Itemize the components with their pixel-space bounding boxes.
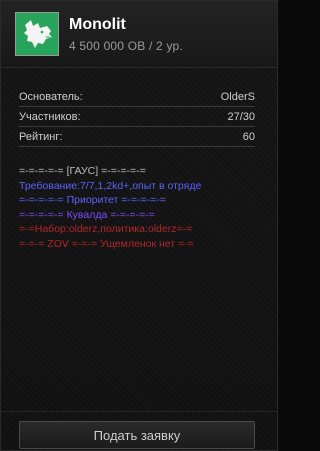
footer-divider [1,411,277,412]
clan-description: =-=-=-=-= [ГАУС] =-=-=-=-= Требование:7/… [19,164,265,252]
clan-header: Monolit 4 500 000 ОВ / 2 ур. [1,1,277,68]
stat-row-rating: Рейтинг: 60 [19,127,255,147]
stat-value: OlderS [220,90,255,103]
stat-value: 60 [242,130,255,143]
stat-label: Рейтинг: [19,130,63,143]
description-line: =-=-=-=-= [ГАУС] =-=-=-=-= [19,165,146,177]
description-line: =-=Набор:olderz,политика:olderz=-= [19,223,193,236]
description-line: =-=-=-=-= Приоритет =-=-=-=-= [19,194,166,207]
clan-info-panel: Monolit 4 500 000 ОВ / 2 ур. Основатель:… [0,0,278,451]
stat-value: 27/30 [227,110,255,123]
stat-row-founder: Основатель: OlderS [19,87,255,107]
description-line: =-=-=-=-= Кувалда =-=-=-=-= [19,208,155,221]
description-line: Требование:7/7,1,2kd+,опыт в отряде [19,179,202,192]
clan-score-level: 4 500 000 ОВ / 2 ур. [69,39,183,53]
clan-emblem [15,12,59,56]
apply-button[interactable]: Подать заявку [19,421,255,449]
clan-name: Monolit [69,16,126,33]
wolf-head-icon [16,13,58,55]
description-line: =-=-= ZOV =-=-= Ущемленок нет =-= [19,237,194,250]
stat-label: Основатель: [19,90,83,103]
stat-row-members: Участников: 27/30 [19,107,255,127]
clan-stats: Основатель: OlderS Участников: 27/30 Рей… [19,87,255,147]
stat-label: Участников: [19,110,81,123]
